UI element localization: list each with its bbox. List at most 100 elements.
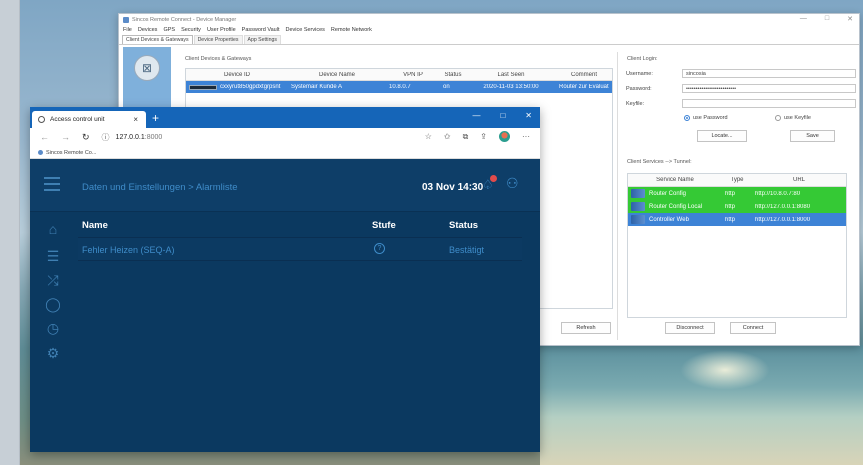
collections-icon[interactable]: ⧉: [463, 132, 469, 142]
devices-table-header: Device ID Device Name VPN IP Status Last…: [186, 69, 612, 81]
col-device-name[interactable]: Device Name: [288, 72, 386, 78]
url-field[interactable]: 127.0.0.1:8000: [116, 134, 163, 141]
service-url-cell: http://10.8.0.7:80: [755, 190, 801, 197]
browser-minimize-button[interactable]: —: [472, 111, 480, 120]
browser-tab[interactable]: Access control unit ×: [32, 111, 146, 128]
menu-icon[interactable]: [44, 177, 60, 191]
close-button[interactable]: ✕: [847, 15, 853, 23]
menu-security[interactable]: Security: [181, 27, 201, 33]
url-port: :8000: [144, 134, 163, 141]
tab-close-icon[interactable]: ×: [133, 115, 138, 124]
refresh-button[interactable]: Refresh: [561, 322, 611, 334]
settings-sliders-icon[interactable]: ☰: [44, 248, 62, 265]
tab-device-properties[interactable]: Device Properties: [193, 35, 243, 44]
services-table: Service Name Type URL Router Config http…: [627, 173, 847, 318]
service-icon: [631, 202, 645, 211]
app-icon: [123, 16, 129, 23]
device-id-text: cxxyrut850gpdxtgrpsnt: [220, 84, 281, 90]
panel-divider: [617, 52, 618, 340]
service-name-text: Router Config Local: [649, 203, 703, 210]
use-keyfile-radio[interactable]: use Keyfile: [775, 115, 811, 121]
password-label: Password:: [626, 85, 652, 92]
col-status: Status: [449, 220, 479, 231]
username-label: Username:: [626, 70, 653, 77]
browser-toolbar: ☆ ✩ ⧉ ⇪ ···: [425, 131, 530, 142]
menu-gps[interactable]: GPS: [163, 27, 175, 33]
home-icon[interactable]: ⌂: [44, 221, 62, 237]
favorite-link[interactable]: Sincos Remote Co...: [46, 150, 96, 156]
more-icon[interactable]: ···: [522, 132, 530, 141]
service-name-text: Controller Web: [649, 216, 689, 223]
menu-devices[interactable]: Devices: [138, 27, 158, 33]
wallpaper-sun: [680, 350, 770, 390]
col-comment[interactable]: Comment: [556, 72, 612, 78]
favorite-site-icon: [38, 150, 43, 155]
status-cell: on: [443, 84, 450, 90]
minimize-button[interactable]: —: [800, 15, 807, 23]
gear-icon[interactable]: ⚙: [44, 345, 62, 362]
col-status[interactable]: Status: [440, 72, 466, 78]
col-name: Name: [82, 220, 108, 231]
connect-button[interactable]: Connect: [730, 322, 776, 334]
col-service-name[interactable]: Service Name: [628, 177, 722, 183]
sincos-logo-icon: ⊠: [134, 55, 160, 81]
timer-icon[interactable]: ◷: [44, 320, 62, 337]
password-field[interactable]: ••••••••••••••••••••••••••: [682, 84, 856, 93]
browser-tab-title: Access control unit: [50, 116, 105, 123]
back-icon[interactable]: ←: [40, 132, 49, 143]
service-type-cell: http: [725, 190, 736, 197]
locate-button[interactable]: Locate...: [697, 130, 747, 142]
use-keyfile-label: use Keyfile: [784, 115, 811, 121]
col-url[interactable]: URL: [752, 177, 846, 183]
menu-file[interactable]: File: [123, 27, 132, 33]
service-url-cell: http://127.0.0.1:8000: [755, 216, 811, 223]
username-row: Username: sincosia: [626, 69, 856, 78]
col-device-id[interactable]: Device ID: [186, 72, 288, 78]
bell-icon[interactable]: ♤: [482, 175, 497, 192]
username-field[interactable]: sincosia: [682, 69, 856, 78]
favorite-star-icon[interactable]: ☆: [425, 132, 432, 141]
user-icon[interactable]: ⚇: [506, 175, 519, 192]
device-name-cell: Systemair Kunde A: [291, 84, 343, 90]
menu-remote-network[interactable]: Remote Network: [331, 27, 372, 33]
favorites-icon[interactable]: ✩: [444, 132, 451, 141]
tab-client-devices[interactable]: Client Devices & Gateways: [122, 35, 193, 44]
browser-close-button[interactable]: ✕: [525, 111, 532, 120]
sincos-title: Sincos Remote Connect - Device Manager: [132, 16, 237, 23]
new-tab-icon[interactable]: +: [152, 111, 159, 125]
breadcrumb[interactable]: Daten und Einstellungen > Alarmliste: [82, 182, 238, 193]
shuffle-icon[interactable]: ⤮: [44, 272, 62, 289]
save-button[interactable]: Save: [790, 130, 835, 142]
info-icon[interactable]: ?: [374, 243, 385, 254]
tab-app-settings[interactable]: App Settings: [243, 35, 281, 44]
share-icon[interactable]: ⇪: [480, 132, 487, 141]
forward-icon[interactable]: →: [61, 132, 70, 143]
menu-device-services[interactable]: Device Services: [285, 27, 324, 33]
last-seen-cell: 2020-11-03 13:50:00: [483, 84, 539, 90]
notification-badge: [490, 175, 497, 182]
col-level: Stufe: [372, 220, 396, 231]
table-row[interactable]: cxxyrut850gpdxtgrpsnt Systemair Kunde A …: [186, 81, 612, 93]
keyfile-field[interactable]: [682, 99, 856, 108]
maximize-button[interactable]: □: [825, 15, 829, 23]
reload-icon[interactable]: ↻: [82, 132, 90, 143]
disconnect-button[interactable]: Disconnect: [665, 322, 715, 334]
service-row[interactable]: Router Config http http://10.8.0.7:80: [628, 187, 846, 200]
chat-icon[interactable]: ◯: [44, 296, 62, 313]
menu-user-profile[interactable]: User Profile: [207, 27, 236, 33]
browser-maximize-button[interactable]: □: [500, 111, 505, 120]
col-type[interactable]: Type: [722, 177, 752, 183]
service-icon: [631, 215, 645, 224]
menu-password-vault[interactable]: Password Vault: [242, 27, 280, 33]
favorites-bar: Sincos Remote Co...: [30, 147, 540, 159]
profile-avatar[interactable]: [499, 131, 510, 142]
col-last-seen[interactable]: Last Seen: [466, 72, 556, 78]
use-password-radio[interactable]: use Password: [684, 115, 728, 121]
radio-selected-icon: [684, 115, 690, 121]
service-row[interactable]: Controller Web http http://127.0.0.1:800…: [628, 213, 846, 226]
device-id-cell: cxxyrut850gpdxtgrpsnt: [186, 84, 288, 90]
site-info-icon[interactable]: ⓘ: [102, 132, 110, 143]
col-vpn-ip[interactable]: VPN IP: [386, 72, 440, 78]
service-name-text: Router Config: [649, 190, 687, 197]
service-row[interactable]: Router Config Local http http://127.0.0.…: [628, 200, 846, 213]
